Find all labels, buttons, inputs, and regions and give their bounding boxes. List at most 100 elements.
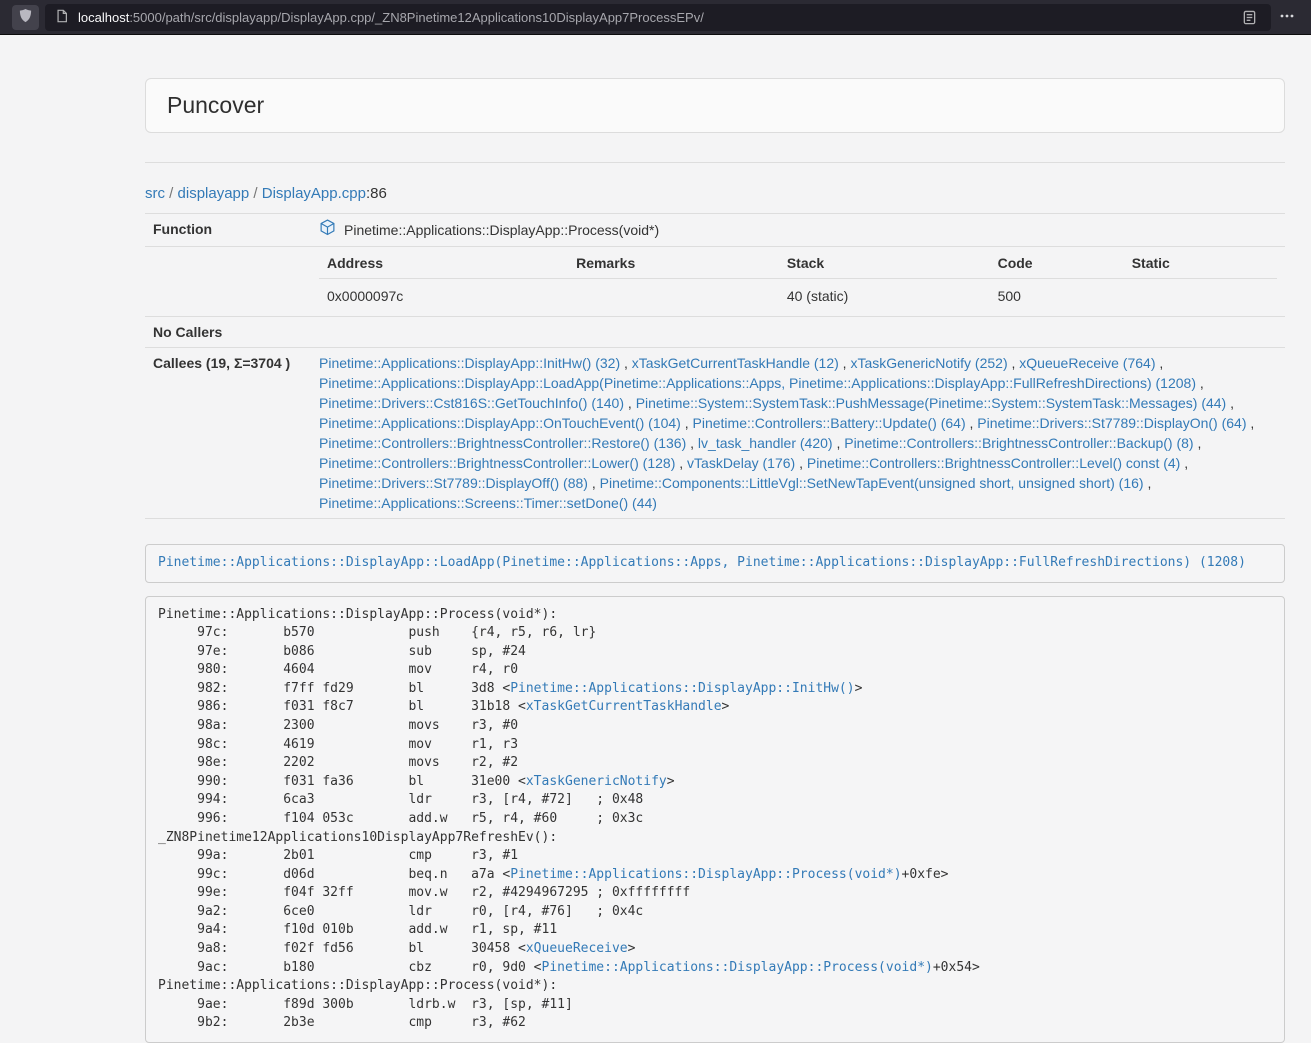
tracking-protection-button[interactable]	[12, 5, 39, 30]
callee-link[interactable]: Pinetime::Drivers::Cst816S::GetTouchInfo…	[319, 395, 624, 411]
asm-symbol-link[interactable]: Pinetime::Applications::DisplayApp::Proc…	[542, 960, 933, 975]
callees-separator: ,	[624, 395, 636, 411]
callees-list: Pinetime::Applications::DisplayApp::Init…	[311, 348, 1285, 519]
callee-link[interactable]: Pinetime::System::SystemTask::PushMessag…	[636, 395, 1227, 411]
asm-symbol-link[interactable]: Pinetime::Applications::DisplayApp::Proc…	[510, 867, 901, 882]
callee-link[interactable]: xTaskGetCurrentTaskHandle (12)	[632, 355, 839, 371]
metrics-row: AddressRemarksStackCodeStatic 0x0000097c…	[145, 247, 1285, 317]
callee-link[interactable]: Pinetime::Controllers::BrightnessControl…	[319, 455, 675, 471]
metrics-value-stack: 40 (static)	[779, 279, 990, 312]
asm-line: 982: f7ff fd29 bl 3d8 <Pinetime::Applica…	[158, 680, 1272, 699]
callees-label: Callees (19, Σ=3704 )	[145, 348, 311, 519]
callees-separator: ,	[1180, 455, 1188, 471]
callee-link[interactable]: Pinetime::Controllers::BrightnessControl…	[844, 435, 1193, 451]
breadcrumb-link[interactable]: displayapp	[178, 185, 250, 202]
asm-line: 9a8: f02f fd56 bl 30458 <xQueueReceive>	[158, 940, 1272, 959]
callees-row: Callees (19, Σ=3704 ) Pinetime::Applicat…	[145, 348, 1285, 519]
asm-line: 97c: b570 push {r4, r5, r6, lr}	[158, 624, 1272, 643]
disassembly-block: Pinetime::Applications::DisplayApp::Proc…	[145, 596, 1285, 1043]
callee-link[interactable]: Pinetime::Controllers::BrightnessControl…	[807, 455, 1180, 471]
overflow-menu-button[interactable]	[1271, 8, 1303, 27]
callees-separator: ,	[1247, 415, 1255, 431]
callees-separator: ,	[686, 435, 698, 451]
page-title: Puncover	[167, 92, 264, 118]
callees-separator: ,	[795, 455, 807, 471]
callees-separator: ,	[1196, 375, 1204, 391]
url-bar[interactable]: localhost:5000/path/src/displayapp/Displ…	[45, 4, 1271, 31]
callees-separator: ,	[839, 355, 851, 371]
metrics-value-code: 500	[990, 279, 1124, 312]
app-header-panel: Puncover	[145, 78, 1285, 133]
asm-symbol-link[interactable]: xQueueReceive	[526, 941, 628, 956]
page-info-icon[interactable]	[55, 9, 69, 26]
asm-line: 9ac: b180 cbz r0, 9d0 <Pinetime::Applica…	[158, 959, 1272, 978]
callee-link[interactable]: xQueueReceive (764)	[1019, 355, 1155, 371]
asm-line: 99e: f04f 32ff mov.w r2, #4294967295 ; 0…	[158, 884, 1272, 903]
asm-symbol-link[interactable]: Pinetime::Applications::DisplayApp::Init…	[510, 681, 854, 696]
callee-link[interactable]: xTaskGenericNotify (252)	[850, 355, 1007, 371]
ellipsis-icon	[1279, 8, 1295, 27]
asm-symbol-link[interactable]: xTaskGenericNotify	[526, 774, 667, 789]
callees-separator: ,	[675, 455, 687, 471]
highlighted-symbol-link[interactable]: Pinetime::Applications::DisplayApp::Load…	[158, 555, 1246, 570]
asm-line: 99a: 2b01 cmp r3, #1	[158, 847, 1272, 866]
function-label: Function	[145, 214, 311, 247]
callees-separator: ,	[1144, 475, 1152, 491]
reader-view-icon[interactable]	[1238, 10, 1261, 25]
metrics-col-address: Address	[319, 247, 568, 279]
asm-line: 986: f031 f8c7 bl 31b18 <xTaskGetCurrent…	[158, 698, 1272, 717]
breadcrumb-link[interactable]: DisplayApp.cpp	[262, 185, 366, 202]
page-body: Puncover src / displayapp / DisplayApp.c…	[0, 35, 1311, 1043]
callees-separator: ,	[1194, 435, 1202, 451]
browser-chrome: localhost:5000/path/src/displayapp/Displ…	[0, 0, 1311, 35]
symbol-info-table: Function Pinetime::Applications::Display…	[145, 213, 1285, 519]
asm-line: _ZN8Pinetime12Applications10DisplayApp7R…	[158, 829, 1272, 848]
url-path: :5000/path/src/displayapp/DisplayApp.cpp…	[129, 10, 704, 25]
callees-separator: ,	[966, 415, 978, 431]
callee-link[interactable]: Pinetime::Controllers::BrightnessControl…	[319, 435, 686, 451]
asm-line: 99c: d06d beq.n a7a <Pinetime::Applicati…	[158, 866, 1272, 885]
metrics-value-remarks	[568, 279, 779, 312]
callees-separator: ,	[1226, 395, 1234, 411]
metrics-col-remarks: Remarks	[568, 247, 779, 279]
asm-line: Pinetime::Applications::DisplayApp::Proc…	[158, 606, 1272, 625]
no-callers-row: No Callers	[145, 317, 1285, 348]
callee-link[interactable]: Pinetime::Controllers::Battery::Update()…	[693, 415, 966, 431]
callee-link[interactable]: Pinetime::Applications::DisplayApp::OnTo…	[319, 415, 681, 431]
asm-line: 996: f104 053c add.w r5, r4, #60 ; 0x3c	[158, 810, 1272, 829]
breadcrumb-separator: /	[249, 185, 262, 202]
callees-separator: ,	[588, 475, 600, 491]
url-text: localhost:5000/path/src/displayapp/Displ…	[78, 10, 1238, 25]
callee-link[interactable]: Pinetime::Applications::DisplayApp::Load…	[319, 375, 1196, 391]
breadcrumb-link[interactable]: src	[145, 185, 165, 202]
function-name: Pinetime::Applications::DisplayApp::Proc…	[344, 220, 659, 240]
callees-separator: ,	[1008, 355, 1020, 371]
asm-symbol-link[interactable]: xTaskGetCurrentTaskHandle	[526, 699, 722, 714]
function-row: Function Pinetime::Applications::Display…	[145, 214, 1285, 247]
asm-line: 9ae: f89d 300b ldrb.w r3, [sp, #11]	[158, 996, 1272, 1015]
no-callers-label: No Callers	[145, 317, 311, 348]
metrics-col-stack: Stack	[779, 247, 990, 279]
asm-line: 994: 6ca3 ldr r3, [r4, #72] ; 0x48	[158, 791, 1272, 810]
asm-line: 97e: b086 sub sp, #24	[158, 643, 1272, 662]
callees-separator: ,	[681, 415, 693, 431]
metrics-table: AddressRemarksStackCodeStatic 0x0000097c…	[319, 247, 1277, 311]
callees-separator: ,	[1155, 355, 1163, 371]
asm-line: 98c: 4619 mov r1, r3	[158, 736, 1272, 755]
asm-line: 98a: 2300 movs r3, #0	[158, 717, 1272, 736]
callee-link[interactable]: Pinetime::Applications::Screens::Timer::…	[319, 495, 657, 511]
callee-link[interactable]: Pinetime::Components::LittleVgl::SetNewT…	[600, 475, 1144, 491]
callees-separator: ,	[620, 355, 632, 371]
asm-line: 9a4: f10d 010b add.w r1, sp, #11	[158, 921, 1272, 940]
asm-line: 990: f031 fa36 bl 31e00 <xTaskGenericNot…	[158, 773, 1272, 792]
url-host: localhost	[78, 10, 129, 25]
callee-link[interactable]: Pinetime::Drivers::St7789::DisplayOff() …	[319, 475, 588, 491]
asm-line: 98e: 2202 movs r2, #2	[158, 754, 1272, 773]
metrics-value-address: 0x0000097c	[319, 279, 568, 312]
content-container: Puncover src / displayapp / DisplayApp.c…	[145, 78, 1285, 1043]
callee-link[interactable]: vTaskDelay (176)	[687, 455, 795, 471]
breadcrumb-line-number: :86	[366, 185, 387, 202]
callee-link[interactable]: Pinetime::Drivers::St7789::DisplayOn() (…	[977, 415, 1246, 431]
callee-link[interactable]: Pinetime::Applications::DisplayApp::Init…	[319, 355, 620, 371]
callee-link[interactable]: lv_task_handler (420)	[698, 435, 833, 451]
